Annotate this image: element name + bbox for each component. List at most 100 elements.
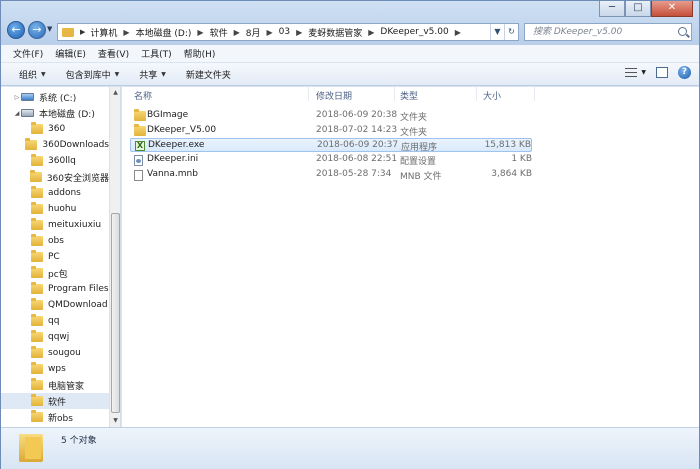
nav-item-folder[interactable]: huohu [1,201,109,217]
nav-item-folder[interactable]: 新obs [1,409,109,425]
preview-pane-icon[interactable] [656,67,668,78]
nav-item-folder-selected[interactable]: 软件 [1,393,109,409]
folder-icon [31,186,43,198]
minimize-button[interactable]: ─ [599,1,625,17]
breadcrumb-item[interactable]: 本地磁盘 (D:) [136,26,192,39]
nav-item-label: wps [48,364,66,374]
organize-button[interactable]: 组织 ▼ [19,68,46,81]
file-row[interactable]: Vanna.mnb 2018-05-28 7:34 MNB 文件 3,864 K… [130,168,532,182]
chevron-down-icon: ▼ [161,70,166,78]
scrollbar-thumb[interactable] [111,213,120,413]
nav-item-folder[interactable]: QMDownload [1,297,109,313]
column-name[interactable]: 名称 [134,89,152,102]
nav-item-folder[interactable]: 360llq [1,153,109,169]
nav-item-label: 电脑管家 [48,381,85,392]
folder-icon [31,330,43,342]
nav-item-folder[interactable]: 360Downloads [1,137,109,153]
nav-item-folder[interactable]: addons [1,185,109,201]
change-view-icon[interactable] [625,68,638,77]
file-date: 2018-06-08 22:51 [316,154,398,164]
file-row[interactable]: BGImage 2018-06-09 20:38 文件夹 [130,109,532,123]
menu-view[interactable]: 查看(V) [98,47,129,60]
breadcrumb-item[interactable]: 8月 [246,26,261,39]
file-size: 1 KB [511,154,532,164]
nav-item-folder[interactable]: 360安全浏览器 [1,169,109,185]
file-row[interactable]: DKeeper.ini 2018-06-08 22:51 配置设置 1 KB [130,153,532,167]
nav-item-label: PC [48,252,60,262]
nav-item-folder[interactable]: PC [1,249,109,265]
nav-item-drive-c[interactable]: ▷ 系统 (C:) [1,89,109,105]
column-type[interactable]: 类型 [400,89,418,102]
nav-item-folder[interactable]: Program Files [1,281,109,297]
recent-pages-dropdown-icon[interactable]: ▼ [47,25,52,33]
refresh-icon[interactable]: ↻ [504,24,518,40]
scroll-up-icon[interactable]: ▲ [110,87,120,99]
chevron-down-icon: ▼ [41,70,46,78]
share-label: 共享 [139,70,158,81]
folder-icon [29,170,42,182]
breadcrumb-item[interactable]: 软件 [210,26,228,39]
new-folder-button[interactable]: 新建文件夹 [186,68,231,81]
nav-item-drive-d[interactable]: ◢ 本地磁盘 (D:) [1,105,109,121]
menu-edit[interactable]: 编辑(E) [55,47,86,60]
back-button[interactable]: ← [7,21,25,39]
nav-item-label: Program Files [48,284,109,294]
chevron-down-icon[interactable]: ▼ [641,69,646,76]
folder-icon [31,154,43,166]
folder-icon [31,362,43,374]
nav-item-folder[interactable]: qq [1,313,109,329]
breadcrumb-item[interactable]: 计算机 [90,26,117,39]
address-dropdown-icon[interactable]: ▼ [490,24,504,40]
window-controls: ─ □ ✕ [599,1,693,17]
nav-item-label: 360安全浏览器 [46,173,109,184]
expand-arrow-icon[interactable]: ▷ [13,94,21,101]
menu-file[interactable]: 文件(F) [13,47,43,60]
address-bar[interactable]: ▶ 计算机 ▶ 本地磁盘 (D:) ▶ 软件 ▶ 8月 ▶ 03 ▶ 麦蚜数据管家 ▶ DK… [57,23,519,41]
nav-item-folder[interactable]: meituxiuxiu [1,217,109,233]
nav-item-folder[interactable]: pc包 [1,265,109,281]
share-button[interactable]: 共享 ▼ [139,68,166,81]
forward-button[interactable]: → [28,21,46,39]
menu-help[interactable]: 帮助(H) [184,47,216,60]
close-button[interactable]: ✕ [651,1,693,17]
nav-pane-scrollbar[interactable]: ▲ ▼ [109,87,120,427]
file-type: 文件夹 [400,113,428,123]
folder-icon [31,346,43,358]
file-size: 3,864 KB [491,169,532,179]
nav-item-label: 360llq [48,156,76,166]
nav-item-folder[interactable]: sougou [1,345,109,361]
collapse-arrow-icon[interactable]: ◢ [13,110,21,117]
breadcrumb-item[interactable]: 03 [279,27,290,37]
nav-item-label: sougou [48,348,81,358]
nav-item-folder[interactable]: qqwj [1,329,109,345]
folder-icon [25,138,38,150]
column-size[interactable]: 大小 [483,89,501,102]
file-row[interactable]: DKeeper_V5.00 2018-07-02 14:23 文件夹 [130,124,532,138]
breadcrumb-item[interactable]: DKeeper_v5.00 [380,27,448,37]
scroll-down-icon[interactable]: ▼ [110,415,120,427]
file-list: 名称 修改日期 类型 大小 BGImage 2018-06-09 20:38 文… [122,87,699,427]
maximize-button[interactable]: □ [625,1,651,17]
nav-item-folder[interactable]: 360 [1,121,109,137]
column-date[interactable]: 修改日期 [316,89,352,102]
folder-icon [31,202,43,214]
breadcrumb: 计算机 ▶ 本地磁盘 (D:) ▶ 软件 ▶ 8月 ▶ 03 ▶ 麦蚜数据管家 ▶ DKee… [90,26,461,39]
breadcrumb-item[interactable]: 麦蚜数据管家 [308,26,362,39]
nav-item-label: 软件 [48,397,67,408]
folder-icon [134,124,146,136]
search-input[interactable]: 搜索 DKeeper_v5.00 [524,23,692,41]
menu-tools[interactable]: 工具(T) [141,47,172,60]
search-icon[interactable] [678,27,687,36]
file-row-selected[interactable]: X DKeeper.exe 2018-06-09 20:37 应用程序 15,8… [130,138,532,153]
nav-item-folder[interactable]: obs [1,233,109,249]
folder-icon [19,434,43,462]
help-icon[interactable]: ? [678,66,691,79]
folder-icon [31,250,43,262]
include-in-library-button[interactable]: 包含到库中 ▼ [66,68,120,81]
file-name: BGImage [147,110,189,120]
file-name: DKeeper_V5.00 [147,125,217,135]
nav-item-folder[interactable]: wps [1,361,109,377]
nav-item-folder[interactable]: 电脑管家 [1,377,109,393]
status-bar: 5 个对象 [1,427,699,469]
file-type: 应用程序 [401,143,438,153]
